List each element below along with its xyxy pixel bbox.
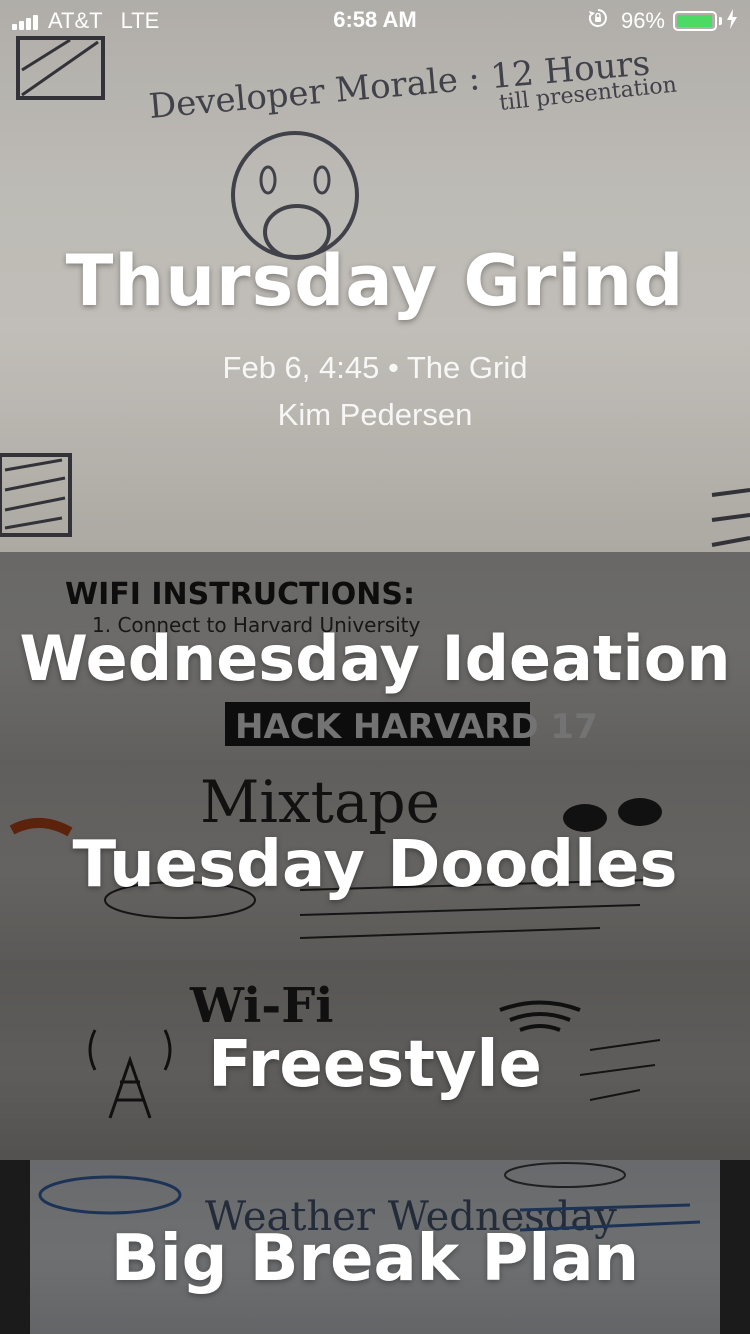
session-card-big-break-plan[interactable]: Weather Wednesday Big Break Plan <box>0 1160 750 1334</box>
battery-icon <box>673 11 717 31</box>
session-date-location: Feb 6, 4:45 • The Grid <box>222 350 528 385</box>
battery-fill <box>677 15 712 27</box>
rotation-lock-icon <box>587 7 609 35</box>
battery-percent: 96% <box>620 8 665 33</box>
charging-bolt-icon <box>726 8 738 34</box>
status-right: 96% <box>587 7 738 35</box>
session-card-freestyle[interactable]: Wi-Fi Freestyle <box>0 960 750 1160</box>
app-screen: AT&T LTE 6:58 AM 96% Developer Morale: … <box>0 0 750 1334</box>
session-list: Developer Morale : 12 Hours till present… <box>0 0 750 1334</box>
session-title: Wednesday Ideation <box>19 622 731 695</box>
battery-tip <box>719 17 722 25</box>
session-title: Thursday Grind <box>65 240 685 322</box>
session-card-wednesday-ideation[interactable]: WIFI INSTRUCTIONS: 1. Connect to Harvard… <box>0 552 750 760</box>
session-card-tuesday-doodles[interactable]: Mixtape Tuesday Doodles <box>0 760 750 960</box>
session-title: Tuesday Doodles <box>72 828 678 902</box>
status-bar: AT&T LTE 6:58 AM 96% <box>0 0 750 40</box>
session-title: Big Break Plan <box>110 1222 640 1296</box>
session-host: Kim Pedersen <box>277 397 473 432</box>
session-card-thursday-grind[interactable]: Developer Morale : 12 Hours till present… <box>0 0 750 552</box>
session-title: Freestyle <box>208 1028 542 1102</box>
